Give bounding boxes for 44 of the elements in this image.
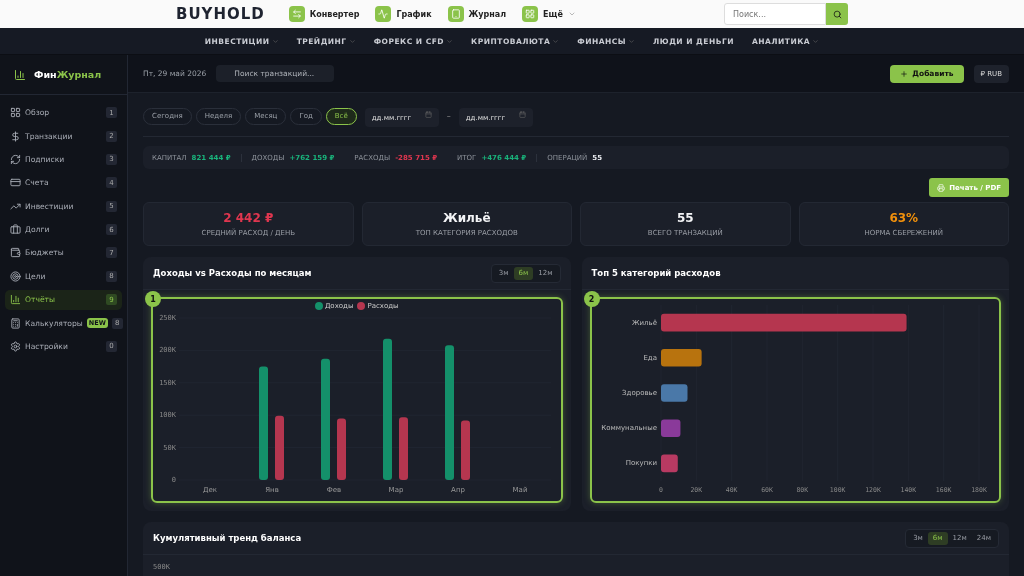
printer-icon [937, 183, 946, 192]
wallet-icon [10, 247, 21, 259]
bar-chart-icon [14, 68, 26, 81]
search-icon [832, 9, 842, 19]
settings-icon [10, 340, 21, 352]
chart-bar [661, 419, 681, 437]
nav-link[interactable]: Конвертер [288, 6, 360, 22]
target-icon [10, 270, 21, 282]
search-button[interactable] [826, 3, 848, 25]
arrows-icon [288, 6, 305, 22]
chart-bar [661, 349, 702, 367]
stat-value: 2 442 ₽ [223, 211, 274, 225]
chart-bar [661, 384, 688, 402]
separator-text: – [446, 111, 451, 121]
pulse-icon [375, 6, 392, 22]
plus-icon [900, 69, 909, 78]
card-title: Доходы vs Расходы по месяцам [153, 268, 312, 278]
chart-bar [336, 418, 346, 480]
stat-value: 63% [889, 211, 919, 225]
stat-value: 55 [676, 211, 694, 225]
bar-chart-icon [10, 294, 21, 306]
card-title: Топ 5 категорий расходов [591, 268, 721, 278]
chart-bar [460, 420, 470, 480]
card-icon [10, 177, 21, 189]
card-title: Кумулятивный тренд баланса [153, 533, 302, 543]
grid-icon [522, 6, 539, 22]
dollar-icon [10, 130, 21, 142]
grid-icon [10, 107, 21, 119]
logo[interactable]: BUYHOLD [176, 5, 265, 23]
number-marker: 2 [583, 291, 600, 307]
nav-link[interactable]: Ещё [522, 6, 576, 22]
search-field[interactable]: Поиск... [724, 3, 826, 25]
stat-value: Жильё [442, 211, 491, 225]
brand-name[interactable]: ФинЖурнал [34, 69, 102, 80]
chart-bar [661, 454, 679, 473]
chart-bar [398, 417, 408, 480]
chart-bar [274, 415, 284, 480]
number-marker: 1 [145, 291, 161, 307]
nav-link[interactable]: График [375, 6, 432, 22]
tablet-icon [447, 6, 464, 22]
nav-link[interactable]: Журнал [447, 6, 507, 22]
calculator-icon [10, 317, 21, 329]
refresh-icon [10, 153, 21, 165]
briefcase-icon [10, 224, 21, 236]
